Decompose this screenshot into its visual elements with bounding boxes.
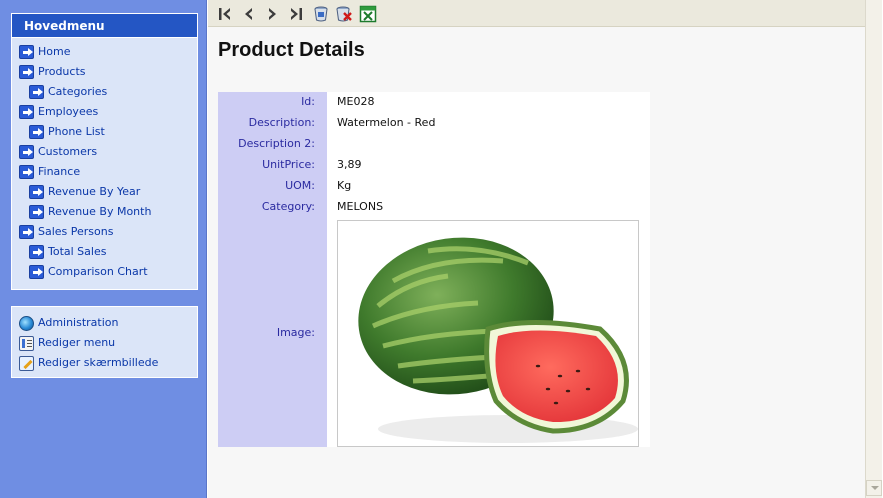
next-record-icon[interactable]: [263, 5, 281, 23]
menu-item-label: Total Sales: [48, 245, 107, 258]
field-value-description-2: [327, 134, 650, 155]
screen-edit-icon: [19, 356, 34, 371]
admin-menu: Administration Rediger menu Rediger skær…: [11, 306, 198, 378]
menu-item-label: Employees: [38, 105, 99, 118]
menu-item-label: Phone List: [48, 125, 105, 138]
sidebar: Hovedmenu Home Products Categories Emplo…: [0, 0, 207, 498]
main-menu-title: Hovedmenu: [12, 14, 197, 38]
menu-item-label: Finance: [38, 165, 81, 178]
main-menu: Hovedmenu Home Products Categories Emplo…: [11, 13, 198, 290]
arrow-right-icon: [29, 185, 44, 199]
menu-item-label: Sales Persons: [38, 225, 114, 238]
menu-item-customers[interactable]: Customers: [12, 142, 197, 162]
menu-item-phone-list[interactable]: Phone List: [12, 122, 197, 142]
menu-item-label: Revenue By Month: [48, 205, 152, 218]
menu-item-revenue-by-month[interactable]: Revenue By Month: [12, 202, 197, 222]
admin-item-label: Rediger menu: [38, 336, 116, 349]
previous-record-icon[interactable]: [240, 5, 258, 23]
arrow-right-icon: [29, 85, 44, 99]
record-toolbar: [208, 0, 865, 27]
menu-item-total-sales[interactable]: Total Sales: [12, 242, 197, 262]
globe-icon: [19, 316, 34, 331]
menu-item-label: Categories: [48, 85, 108, 98]
field-label: Description 2:: [218, 134, 327, 155]
field-value-unitprice: 3,89: [327, 155, 650, 176]
last-record-icon[interactable]: [287, 5, 305, 23]
product-details-table: Id: ME028 Description: Watermelon - Red …: [218, 92, 650, 447]
delete-icon[interactable]: [335, 5, 353, 23]
menu-item-categories[interactable]: Categories: [12, 82, 197, 102]
scroll-down-button[interactable]: [866, 480, 882, 496]
arrow-right-icon: [19, 65, 34, 79]
field-value-description: Watermelon - Red: [327, 113, 650, 134]
main-menu-list: Home Products Categories Employees Phone…: [12, 38, 197, 282]
arrow-right-icon: [29, 205, 44, 219]
field-label: Description:: [218, 113, 327, 134]
main-content: Product Details Id: ME028 Description: W…: [208, 0, 865, 498]
field-row-id: Id: ME028: [218, 92, 650, 113]
field-row-uom: UOM: Kg: [218, 176, 650, 197]
menu-item-label: Revenue By Year: [48, 185, 141, 198]
field-label: Id:: [218, 92, 327, 113]
field-label: Image:: [218, 218, 327, 447]
menu-item-label: Products: [38, 65, 86, 78]
first-record-icon[interactable]: [216, 5, 234, 23]
menu-item-label: Home: [38, 45, 71, 58]
arrow-right-icon: [19, 45, 34, 59]
menu-item-employees[interactable]: Employees: [12, 102, 197, 122]
menu-item-label: Customers: [38, 145, 98, 158]
menu-item-rediger-menu[interactable]: Rediger menu: [12, 333, 197, 353]
field-row-unitprice: UnitPrice: 3,89: [218, 155, 650, 176]
page-title: Product Details: [218, 39, 365, 61]
arrow-right-icon: [29, 125, 44, 139]
field-value-uom: Kg: [327, 176, 650, 197]
field-row-category: Category: MELONS: [218, 197, 650, 218]
menu-item-finance[interactable]: Finance: [12, 162, 197, 182]
menu-item-label: Comparison Chart: [48, 265, 148, 278]
field-label: UOM:: [218, 176, 327, 197]
menu-item-rediger-skaermbillede[interactable]: Rediger skærmbillede: [12, 353, 197, 373]
arrow-right-icon: [19, 105, 34, 119]
menu-item-administration[interactable]: Administration: [12, 313, 197, 333]
field-row-description: Description: Watermelon - Red: [218, 113, 650, 134]
menu-item-revenue-by-year[interactable]: Revenue By Year: [12, 182, 197, 202]
menu-item-home[interactable]: Home: [12, 42, 197, 62]
admin-item-label: Rediger skærmbillede: [38, 356, 159, 369]
field-value-category: MELONS: [327, 197, 650, 218]
field-label: UnitPrice:: [218, 155, 327, 176]
arrow-right-icon: [29, 245, 44, 259]
field-row-image: Image:: [218, 218, 650, 447]
field-label: Category:: [218, 197, 327, 218]
menu-edit-icon: [19, 336, 34, 351]
field-row-description-2: Description 2:: [218, 134, 650, 155]
menu-item-sales-persons[interactable]: Sales Persons: [12, 222, 197, 242]
watermelon-image: [358, 237, 638, 443]
arrow-right-icon: [29, 265, 44, 279]
arrow-right-icon: [19, 165, 34, 179]
menu-item-products[interactable]: Products: [12, 62, 197, 82]
menu-item-comparison-chart[interactable]: Comparison Chart: [12, 262, 197, 282]
arrow-right-icon: [19, 225, 34, 239]
vertical-scrollbar[interactable]: [865, 0, 882, 498]
save-icon[interactable]: [312, 5, 330, 23]
excel-export-icon[interactable]: [359, 5, 377, 23]
product-image: [337, 220, 639, 447]
field-value-image: [327, 218, 650, 447]
field-value-id: ME028: [327, 92, 650, 113]
arrow-right-icon: [19, 145, 34, 159]
scrollbar-track[interactable]: [866, 0, 882, 478]
admin-item-label: Administration: [38, 316, 119, 329]
